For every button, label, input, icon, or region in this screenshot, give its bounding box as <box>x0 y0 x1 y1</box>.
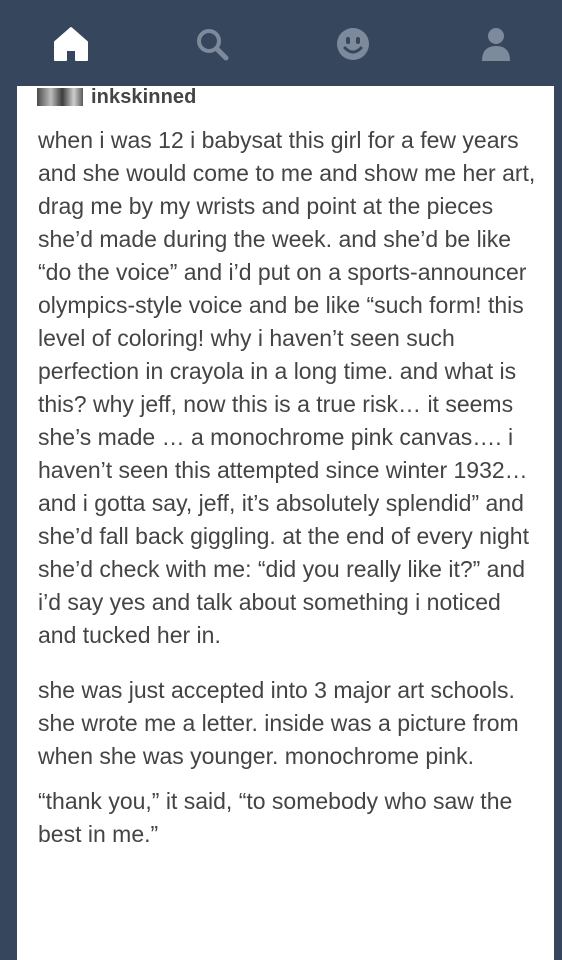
username[interactable]: inkskinned <box>91 86 196 109</box>
activity-button[interactable] <box>331 22 375 66</box>
top-navbar <box>0 0 562 86</box>
avatar[interactable] <box>37 88 83 106</box>
post-paragraph: when i was 12 i babysat this girl for a … <box>38 127 536 648</box>
post-paragraph: “thank you,” it said, “to somebody who s… <box>38 788 513 847</box>
account-button[interactable] <box>474 22 518 66</box>
home-icon <box>54 27 88 61</box>
post-body: when i was 12 i babysat this girl for a … <box>38 124 544 851</box>
search-icon <box>197 29 229 61</box>
post-paragraph: she was just accepted into 3 major art s… <box>38 677 519 769</box>
search-button[interactable] <box>190 22 234 66</box>
account-icon <box>482 28 510 61</box>
activity-smiley-icon <box>337 28 369 60</box>
home-button[interactable] <box>49 22 93 66</box>
post-header: inkskinned <box>37 86 196 108</box>
post-card: inkskinned when i was 12 i babysat this … <box>17 86 554 960</box>
